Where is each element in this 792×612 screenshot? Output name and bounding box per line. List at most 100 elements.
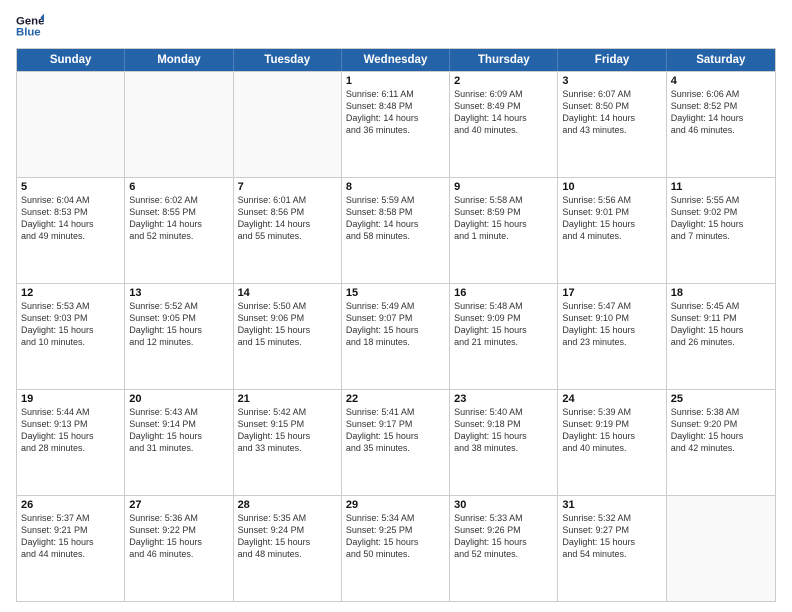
day-info: Sunrise: 5:55 AMSunset: 9:02 PMDaylight:… bbox=[671, 194, 771, 243]
day-info: Sunrise: 5:44 AMSunset: 9:13 PMDaylight:… bbox=[21, 406, 120, 455]
calendar-day-19: 19Sunrise: 5:44 AMSunset: 9:13 PMDayligh… bbox=[17, 390, 125, 495]
day-info: Sunrise: 6:01 AMSunset: 8:56 PMDaylight:… bbox=[238, 194, 337, 243]
day-number: 25 bbox=[671, 393, 771, 405]
calendar-day-1: 1Sunrise: 6:11 AMSunset: 8:48 PMDaylight… bbox=[342, 72, 450, 177]
day-info: Sunrise: 5:32 AMSunset: 9:27 PMDaylight:… bbox=[562, 512, 661, 561]
calendar-day-empty bbox=[125, 72, 233, 177]
day-info: Sunrise: 5:39 AMSunset: 9:19 PMDaylight:… bbox=[562, 406, 661, 455]
day-number: 1 bbox=[346, 75, 445, 87]
day-number: 29 bbox=[346, 499, 445, 511]
svg-text:General: General bbox=[16, 15, 44, 27]
calendar-body: 1Sunrise: 6:11 AMSunset: 8:48 PMDaylight… bbox=[17, 71, 775, 601]
calendar-day-12: 12Sunrise: 5:53 AMSunset: 9:03 PMDayligh… bbox=[17, 284, 125, 389]
calendar-week-3: 12Sunrise: 5:53 AMSunset: 9:03 PMDayligh… bbox=[17, 283, 775, 389]
calendar-day-23: 23Sunrise: 5:40 AMSunset: 9:18 PMDayligh… bbox=[450, 390, 558, 495]
calendar-day-24: 24Sunrise: 5:39 AMSunset: 9:19 PMDayligh… bbox=[558, 390, 666, 495]
day-info: Sunrise: 5:49 AMSunset: 9:07 PMDaylight:… bbox=[346, 300, 445, 349]
calendar-week-4: 19Sunrise: 5:44 AMSunset: 9:13 PMDayligh… bbox=[17, 389, 775, 495]
day-number: 19 bbox=[21, 393, 120, 405]
day-number: 2 bbox=[454, 75, 553, 87]
day-info: Sunrise: 5:58 AMSunset: 8:59 PMDaylight:… bbox=[454, 194, 553, 243]
day-number: 12 bbox=[21, 287, 120, 299]
day-number: 23 bbox=[454, 393, 553, 405]
calendar-day-8: 8Sunrise: 5:59 AMSunset: 8:58 PMDaylight… bbox=[342, 178, 450, 283]
day-number: 6 bbox=[129, 181, 228, 193]
calendar-day-15: 15Sunrise: 5:49 AMSunset: 9:07 PMDayligh… bbox=[342, 284, 450, 389]
calendar-day-4: 4Sunrise: 6:06 AMSunset: 8:52 PMDaylight… bbox=[667, 72, 775, 177]
day-info: Sunrise: 5:33 AMSunset: 9:26 PMDaylight:… bbox=[454, 512, 553, 561]
header: General Blue bbox=[16, 12, 776, 40]
day-info: Sunrise: 5:56 AMSunset: 9:01 PMDaylight:… bbox=[562, 194, 661, 243]
day-number: 30 bbox=[454, 499, 553, 511]
day-number: 7 bbox=[238, 181, 337, 193]
day-header-sunday: Sunday bbox=[17, 49, 125, 71]
day-info: Sunrise: 6:07 AMSunset: 8:50 PMDaylight:… bbox=[562, 88, 661, 137]
calendar-day-25: 25Sunrise: 5:38 AMSunset: 9:20 PMDayligh… bbox=[667, 390, 775, 495]
day-info: Sunrise: 5:41 AMSunset: 9:17 PMDaylight:… bbox=[346, 406, 445, 455]
day-number: 14 bbox=[238, 287, 337, 299]
day-number: 22 bbox=[346, 393, 445, 405]
calendar-week-5: 26Sunrise: 5:37 AMSunset: 9:21 PMDayligh… bbox=[17, 495, 775, 601]
day-number: 17 bbox=[562, 287, 661, 299]
calendar-day-empty bbox=[17, 72, 125, 177]
calendar-day-26: 26Sunrise: 5:37 AMSunset: 9:21 PMDayligh… bbox=[17, 496, 125, 601]
calendar-day-16: 16Sunrise: 5:48 AMSunset: 9:09 PMDayligh… bbox=[450, 284, 558, 389]
day-header-saturday: Saturday bbox=[667, 49, 775, 71]
calendar-day-21: 21Sunrise: 5:42 AMSunset: 9:15 PMDayligh… bbox=[234, 390, 342, 495]
day-number: 31 bbox=[562, 499, 661, 511]
calendar-day-27: 27Sunrise: 5:36 AMSunset: 9:22 PMDayligh… bbox=[125, 496, 233, 601]
day-info: Sunrise: 6:02 AMSunset: 8:55 PMDaylight:… bbox=[129, 194, 228, 243]
calendar-day-empty bbox=[667, 496, 775, 601]
calendar-day-18: 18Sunrise: 5:45 AMSunset: 9:11 PMDayligh… bbox=[667, 284, 775, 389]
day-info: Sunrise: 5:48 AMSunset: 9:09 PMDaylight:… bbox=[454, 300, 553, 349]
calendar-day-17: 17Sunrise: 5:47 AMSunset: 9:10 PMDayligh… bbox=[558, 284, 666, 389]
calendar-day-13: 13Sunrise: 5:52 AMSunset: 9:05 PMDayligh… bbox=[125, 284, 233, 389]
calendar-day-29: 29Sunrise: 5:34 AMSunset: 9:25 PMDayligh… bbox=[342, 496, 450, 601]
day-number: 18 bbox=[671, 287, 771, 299]
day-info: Sunrise: 5:42 AMSunset: 9:15 PMDaylight:… bbox=[238, 406, 337, 455]
calendar-week-1: 1Sunrise: 6:11 AMSunset: 8:48 PMDaylight… bbox=[17, 71, 775, 177]
calendar-day-22: 22Sunrise: 5:41 AMSunset: 9:17 PMDayligh… bbox=[342, 390, 450, 495]
day-info: Sunrise: 5:34 AMSunset: 9:25 PMDaylight:… bbox=[346, 512, 445, 561]
day-number: 4 bbox=[671, 75, 771, 87]
day-info: Sunrise: 5:50 AMSunset: 9:06 PMDaylight:… bbox=[238, 300, 337, 349]
day-header-tuesday: Tuesday bbox=[234, 49, 342, 71]
calendar-day-14: 14Sunrise: 5:50 AMSunset: 9:06 PMDayligh… bbox=[234, 284, 342, 389]
logo: General Blue bbox=[16, 12, 44, 40]
calendar-header: SundayMondayTuesdayWednesdayThursdayFrid… bbox=[17, 49, 775, 71]
day-info: Sunrise: 5:47 AMSunset: 9:10 PMDaylight:… bbox=[562, 300, 661, 349]
day-info: Sunrise: 5:40 AMSunset: 9:18 PMDaylight:… bbox=[454, 406, 553, 455]
day-number: 5 bbox=[21, 181, 120, 193]
day-number: 13 bbox=[129, 287, 228, 299]
day-info: Sunrise: 5:53 AMSunset: 9:03 PMDaylight:… bbox=[21, 300, 120, 349]
day-info: Sunrise: 5:38 AMSunset: 9:20 PMDaylight:… bbox=[671, 406, 771, 455]
day-number: 9 bbox=[454, 181, 553, 193]
day-number: 21 bbox=[238, 393, 337, 405]
calendar-page: General Blue SundayMondayTuesdayWednesda… bbox=[0, 0, 792, 612]
calendar-day-2: 2Sunrise: 6:09 AMSunset: 8:49 PMDaylight… bbox=[450, 72, 558, 177]
day-number: 26 bbox=[21, 499, 120, 511]
calendar-day-6: 6Sunrise: 6:02 AMSunset: 8:55 PMDaylight… bbox=[125, 178, 233, 283]
day-info: Sunrise: 5:37 AMSunset: 9:21 PMDaylight:… bbox=[21, 512, 120, 561]
day-info: Sunrise: 5:43 AMSunset: 9:14 PMDaylight:… bbox=[129, 406, 228, 455]
day-info: Sunrise: 6:09 AMSunset: 8:49 PMDaylight:… bbox=[454, 88, 553, 137]
logo-icon: General Blue bbox=[16, 12, 44, 40]
svg-text:Blue: Blue bbox=[16, 27, 41, 39]
calendar-day-28: 28Sunrise: 5:35 AMSunset: 9:24 PMDayligh… bbox=[234, 496, 342, 601]
calendar-day-31: 31Sunrise: 5:32 AMSunset: 9:27 PMDayligh… bbox=[558, 496, 666, 601]
day-number: 15 bbox=[346, 287, 445, 299]
calendar-day-9: 9Sunrise: 5:58 AMSunset: 8:59 PMDaylight… bbox=[450, 178, 558, 283]
day-info: Sunrise: 5:59 AMSunset: 8:58 PMDaylight:… bbox=[346, 194, 445, 243]
calendar-day-5: 5Sunrise: 6:04 AMSunset: 8:53 PMDaylight… bbox=[17, 178, 125, 283]
day-info: Sunrise: 5:45 AMSunset: 9:11 PMDaylight:… bbox=[671, 300, 771, 349]
day-number: 16 bbox=[454, 287, 553, 299]
day-header-friday: Friday bbox=[558, 49, 666, 71]
day-info: Sunrise: 5:52 AMSunset: 9:05 PMDaylight:… bbox=[129, 300, 228, 349]
calendar-week-2: 5Sunrise: 6:04 AMSunset: 8:53 PMDaylight… bbox=[17, 177, 775, 283]
day-info: Sunrise: 5:36 AMSunset: 9:22 PMDaylight:… bbox=[129, 512, 228, 561]
day-number: 27 bbox=[129, 499, 228, 511]
calendar-table: SundayMondayTuesdayWednesdayThursdayFrid… bbox=[16, 48, 776, 602]
calendar-day-empty bbox=[234, 72, 342, 177]
day-number: 10 bbox=[562, 181, 661, 193]
day-info: Sunrise: 5:35 AMSunset: 9:24 PMDaylight:… bbox=[238, 512, 337, 561]
